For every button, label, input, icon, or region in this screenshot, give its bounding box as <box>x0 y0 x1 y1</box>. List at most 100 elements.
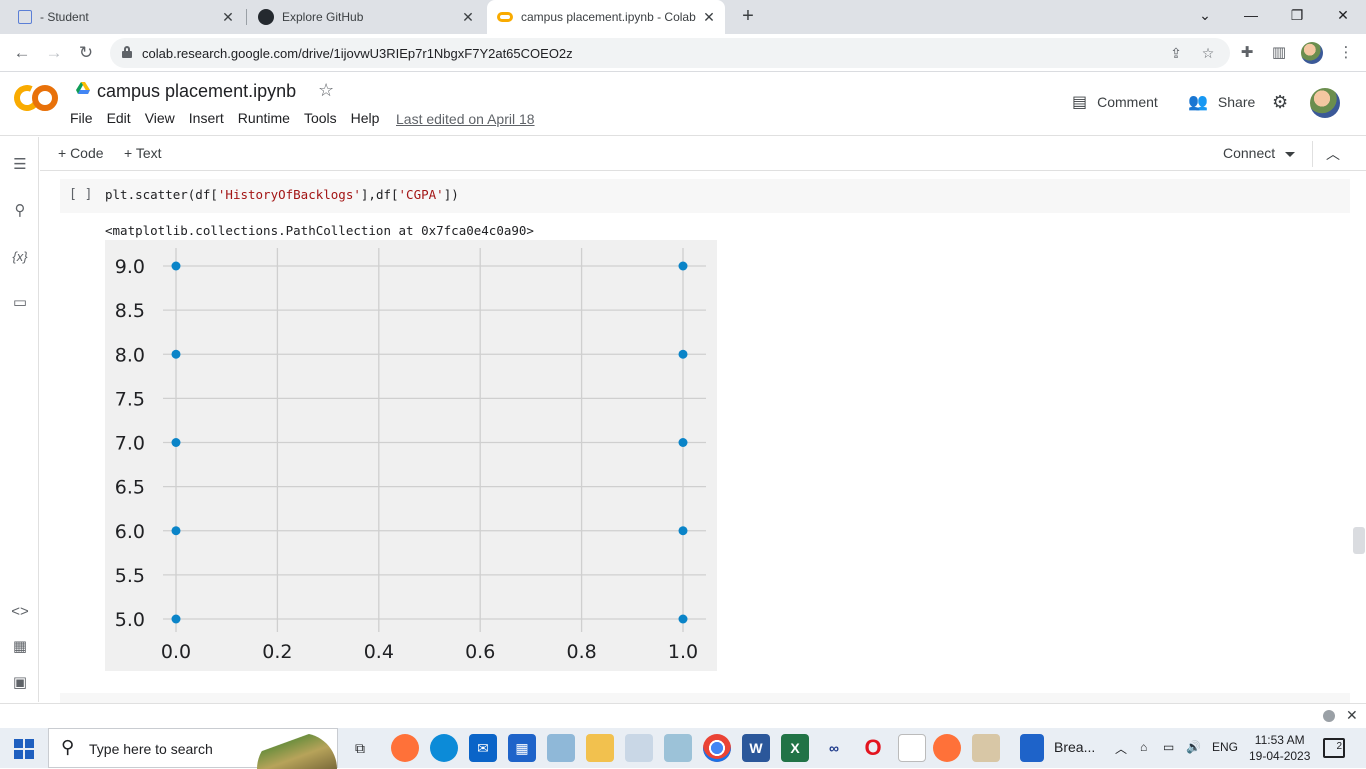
google-drive-icon[interactable] <box>76 82 90 94</box>
add-code-button[interactable]: + Code <box>58 145 104 161</box>
minimize-icon[interactable]: — <box>1228 0 1274 30</box>
cell-code[interactable]: plt.scatter(df['HistoryOfBacklogs'],df['… <box>105 187 459 202</box>
paint-icon[interactable] <box>972 734 1000 762</box>
taskbar-search[interactable]: ⚲ Type here to search <box>48 728 338 769</box>
language-indicator[interactable]: ENG <box>1212 740 1238 754</box>
close-icon[interactable]: ✕ <box>1346 707 1358 724</box>
comment-button[interactable]: ▤ Comment <box>1072 92 1158 112</box>
display-icon[interactable]: ▭ <box>1163 740 1174 754</box>
colab-logo-icon[interactable] <box>10 81 58 115</box>
taskbar-app-label[interactable]: Brea... <box>1054 739 1095 755</box>
app-icon[interactable]: ∞ <box>820 734 848 762</box>
menu-edit[interactable]: Edit <box>107 110 131 126</box>
menu-file[interactable]: File <box>70 110 93 126</box>
connect-button[interactable]: Connect <box>1223 145 1296 161</box>
tab-github[interactable]: Explore GitHub ✕ <box>248 0 484 34</box>
tab-title: Explore GitHub <box>282 10 364 24</box>
app-icon[interactable] <box>625 734 653 762</box>
store-icon[interactable]: ▦ <box>508 734 536 762</box>
chevron-up-icon[interactable]: ︿ <box>1115 740 1127 757</box>
scatter-point <box>678 261 688 271</box>
windows-start-icon[interactable] <box>14 739 34 759</box>
network-icon[interactable]: ⌂ <box>1140 740 1147 754</box>
terminal-icon[interactable]: ▣ <box>9 672 31 694</box>
scatter-chart-svg: 5.0 5.5 6.0 6.5 7.0 7.5 8.0 8.5 9.0 0.0 0.2 0.4 0.6 0… <box>105 240 717 671</box>
reload-icon[interactable]: ↻ <box>72 40 100 66</box>
app-icon[interactable] <box>547 734 575 762</box>
last-edited-link[interactable]: Last edited on April 18 <box>396 111 535 127</box>
notebook-title[interactable]: campus placement.ipynb <box>97 81 296 102</box>
scatter-plot: 5.0 5.5 6.0 6.5 7.0 7.5 8.0 8.5 9.0 0.0 0.2 0.4 0.6 0… <box>105 240 717 671</box>
opera-icon[interactable]: O <box>859 734 887 762</box>
menu-runtime[interactable]: Runtime <box>238 110 290 126</box>
extensions-icon[interactable]: ✚ <box>1237 43 1257 63</box>
profile-avatar[interactable] <box>1301 42 1323 64</box>
menu-view[interactable]: View <box>145 110 175 126</box>
notepad-icon[interactable] <box>898 734 926 762</box>
word-icon[interactable]: W <box>742 734 770 762</box>
browser-menu-icon[interactable]: ⋮ <box>1336 43 1356 63</box>
next-cell[interactable] <box>60 693 1350 703</box>
firefox-icon[interactable] <box>933 734 961 762</box>
side-panel-icon[interactable]: ▥ <box>1269 43 1289 63</box>
close-icon[interactable]: ✕ <box>220 9 236 25</box>
table-of-contents-icon[interactable]: ☰ <box>9 154 31 176</box>
restore-icon[interactable]: ❐ <box>1274 0 1320 30</box>
address-bar[interactable]: colab.research.google.com/drive/1ijovwU3… <box>110 38 1230 68</box>
people-icon: 👥 <box>1188 94 1208 111</box>
scatter-point <box>678 438 688 447</box>
menu-tools[interactable]: Tools <box>304 110 337 126</box>
tab-title: campus placement.ipynb - Colab <box>521 10 696 24</box>
notifications-icon[interactable]: 2 <box>1323 738 1345 758</box>
edge-icon[interactable] <box>430 734 458 762</box>
share-page-icon[interactable]: ⇪ <box>1167 44 1185 62</box>
firefox-icon[interactable] <box>391 734 419 762</box>
account-avatar[interactable] <box>1310 88 1340 118</box>
task-view-icon[interactable]: ⧉ <box>346 734 374 762</box>
star-icon[interactable]: ☆ <box>318 80 334 101</box>
close-icon[interactable]: ✕ <box>701 9 717 25</box>
code-snippets-icon[interactable]: <> <box>9 601 31 623</box>
forward-icon[interactable]: → <box>40 40 68 66</box>
x-tick-label: 0.6 <box>465 641 495 663</box>
variables-icon[interactable]: {x} <box>9 246 31 268</box>
tab-search-icon[interactable]: ⌄ <box>1182 0 1228 30</box>
url-text[interactable]: colab.research.google.com/drive/1ijovwU3… <box>142 46 573 61</box>
y-tick-label: 6.5 <box>115 477 145 499</box>
app-icon[interactable] <box>664 734 692 762</box>
command-palette-icon[interactable]: ▦ <box>9 636 31 658</box>
y-tick-label: 8.5 <box>115 300 145 322</box>
scrollbar-thumb[interactable] <box>1353 527 1365 554</box>
file-explorer-icon[interactable] <box>586 734 614 762</box>
chrome-icon[interactable] <box>703 734 731 762</box>
browser-window-icon[interactable] <box>1020 734 1044 762</box>
share-button[interactable]: 👥 Share <box>1188 92 1255 112</box>
status-bar: ✕ <box>0 703 1366 728</box>
back-icon[interactable]: ← <box>8 40 36 66</box>
search-icon[interactable]: ⚲ <box>9 200 31 222</box>
clock[interactable]: 11:53 AM 19-04-2023 <box>1249 732 1310 764</box>
code-cell[interactable]: [ ] plt.scatter(df['HistoryOfBacklogs'],… <box>60 179 1350 213</box>
mail-icon[interactable]: ✉ <box>469 734 497 762</box>
tab-colab[interactable]: campus placement.ipynb - Colab ✕ <box>487 0 725 34</box>
settings-gear-icon[interactable]: ⚙ <box>1272 92 1298 113</box>
run-cell-button[interactable]: [ ] <box>69 187 92 202</box>
add-text-button[interactable]: + Text <box>124 145 162 161</box>
menu-help[interactable]: Help <box>351 110 380 126</box>
volume-icon[interactable]: 🔊 <box>1186 740 1201 754</box>
window-close-icon[interactable]: ✕ <box>1320 0 1366 30</box>
scatter-point <box>171 526 181 536</box>
y-tick-label: 7.5 <box>115 388 145 410</box>
menu-insert[interactable]: Insert <box>189 110 224 126</box>
chevron-up-icon[interactable]: ︿ <box>1326 144 1340 164</box>
bookmark-star-icon[interactable]: ☆ <box>1199 44 1217 62</box>
tab-student[interactable]: - Student ✕ <box>8 0 244 34</box>
new-tab-button[interactable]: + <box>736 5 760 29</box>
code-string: 'CGPA' <box>398 187 444 202</box>
files-folder-icon[interactable]: ▭ <box>9 292 31 314</box>
student-favicon-icon <box>18 10 32 24</box>
excel-icon[interactable]: X <box>781 734 809 762</box>
scatter-point <box>678 526 688 536</box>
notification-count: 2 <box>1336 741 1342 752</box>
close-icon[interactable]: ✕ <box>460 9 476 25</box>
